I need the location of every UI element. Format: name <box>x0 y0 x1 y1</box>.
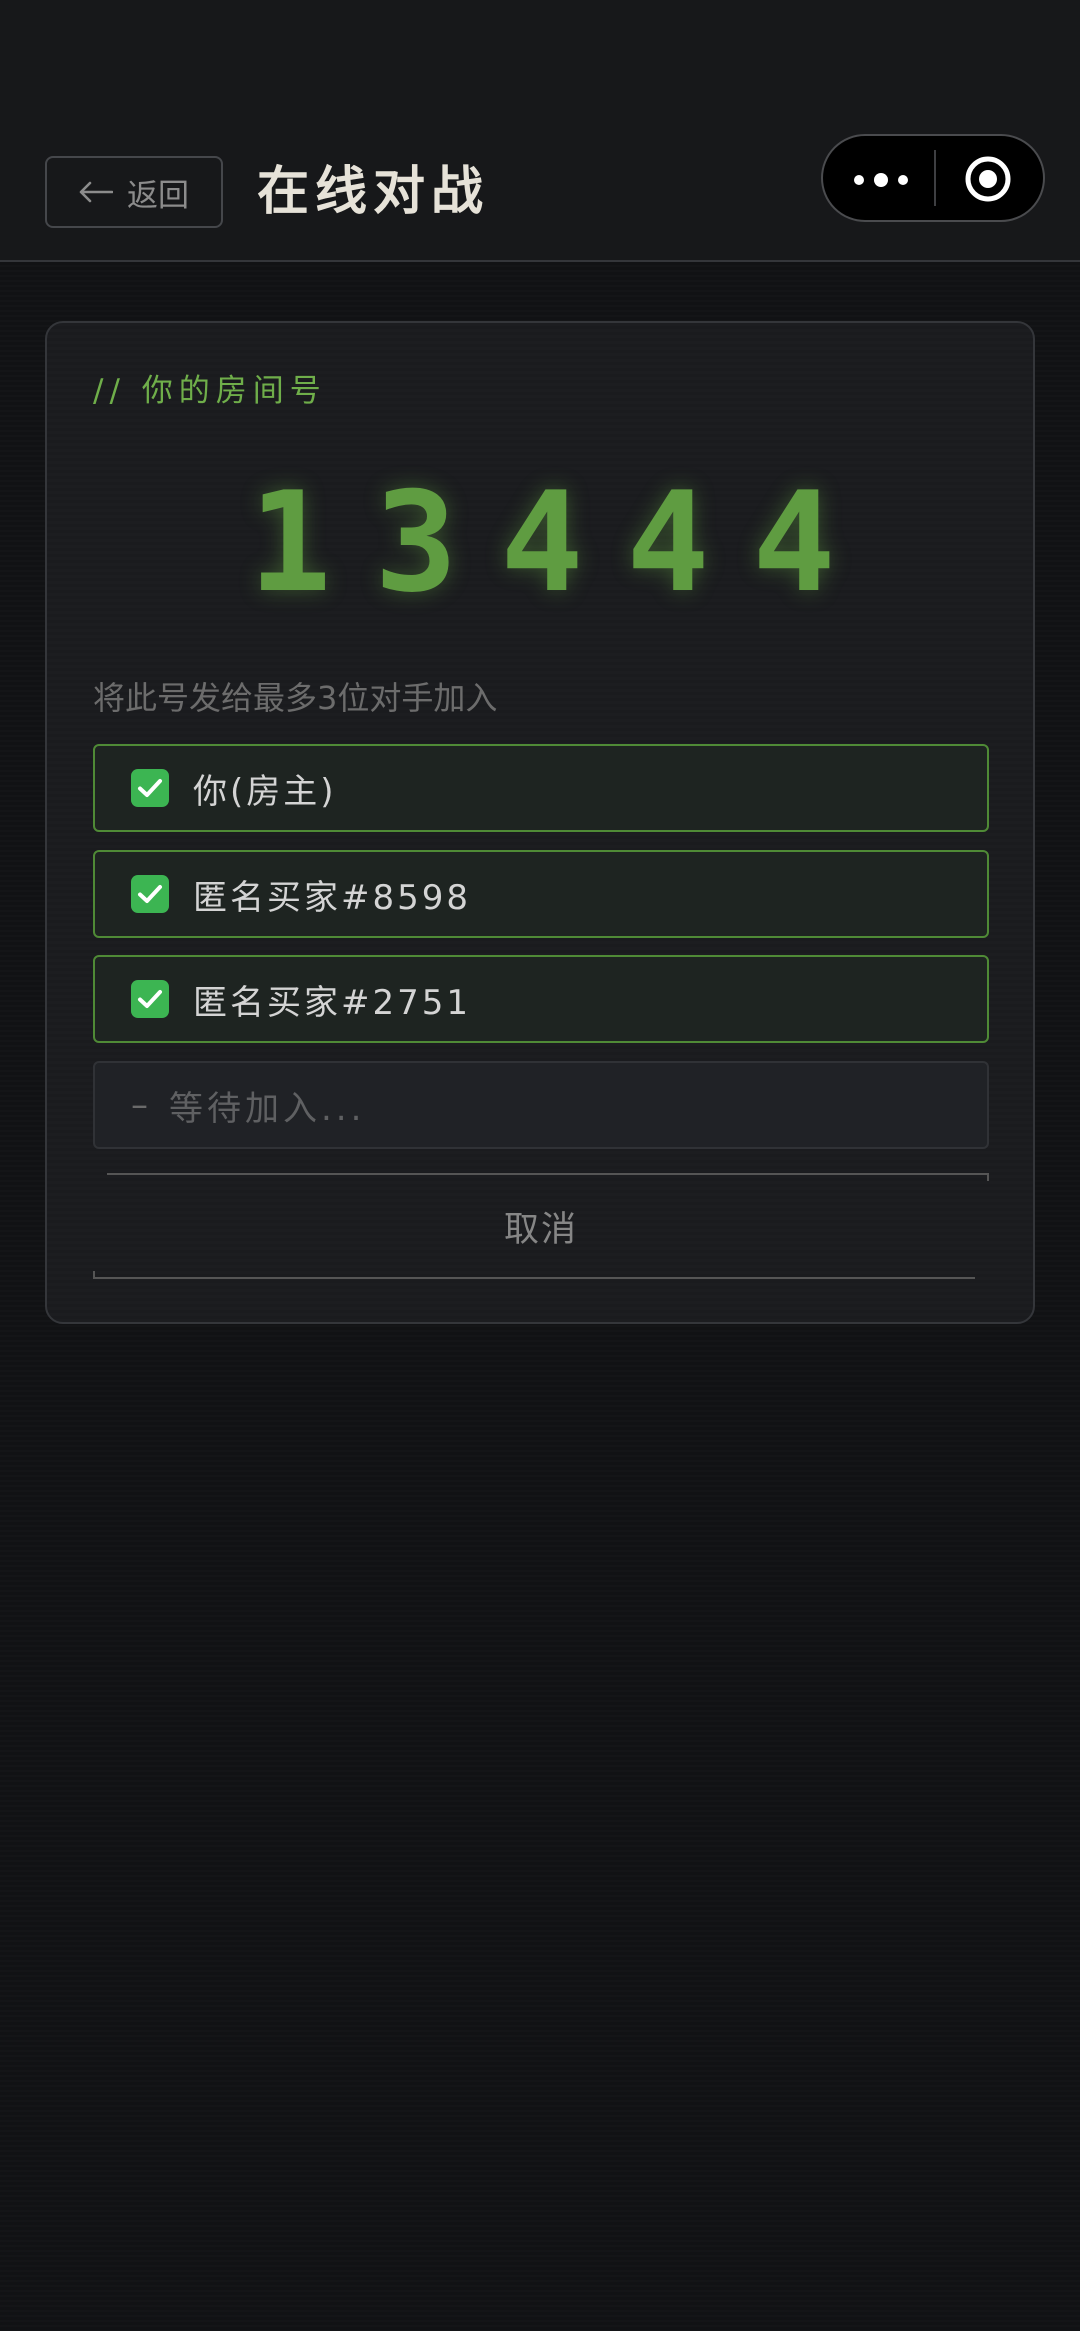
cancel-border-top <box>107 1173 989 1175</box>
waiting-dash: – <box>131 1085 148 1125</box>
room-number: 1 3 4 4 4 <box>227 473 857 613</box>
player-slot: 你(房主) <box>93 744 989 832</box>
room-digit: 3 <box>353 473 479 613</box>
target-icon[interactable] <box>963 154 1013 204</box>
cancel-border-bottom <box>93 1277 975 1279</box>
room-digit: 1 <box>227 473 353 613</box>
checkbox-checked-icon <box>131 875 169 913</box>
cancel-label: 取消 <box>503 1209 578 1250</box>
player-name: 你(房主) <box>193 771 337 812</box>
arrow-left-icon <box>79 181 113 203</box>
cancel-border-tick <box>987 1173 989 1181</box>
waiting-label: 等待加入... <box>169 1088 366 1129</box>
player-slot: 匿名买家#2751 <box>93 955 989 1043</box>
nav-header: 返回 在线对战 <box>0 130 1080 262</box>
mini-program-capsule <box>821 134 1045 222</box>
player-slot: 匿名买家#8598 <box>93 850 989 938</box>
cancel-border-tick <box>93 1271 95 1279</box>
room-digit: 4 <box>731 473 857 613</box>
room-card: // 你的房间号 1 3 4 4 4 将此号发给最多3位对手加入 你(房主) 匿… <box>45 321 1035 1324</box>
player-name: 匿名买家#8598 <box>193 877 472 918</box>
cancel-button[interactable]: 取消 <box>93 1173 989 1279</box>
room-digit: 4 <box>479 473 605 613</box>
checkbox-checked-icon <box>131 769 169 807</box>
more-icon[interactable] <box>853 160 909 200</box>
status-bar-area <box>0 0 1080 130</box>
back-label: 返回 <box>127 177 189 214</box>
room-digit: 4 <box>605 473 731 613</box>
player-name: 匿名买家#2751 <box>193 982 472 1023</box>
room-number-label: // 你的房间号 <box>93 373 327 409</box>
page-title: 在线对战 <box>257 162 490 222</box>
back-button[interactable]: 返回 <box>45 156 223 228</box>
checkbox-checked-icon <box>131 980 169 1018</box>
share-hint: 将此号发给最多3位对手加入 <box>93 679 498 717</box>
capsule-divider <box>934 150 936 206</box>
waiting-slot: – 等待加入... <box>93 1061 989 1149</box>
